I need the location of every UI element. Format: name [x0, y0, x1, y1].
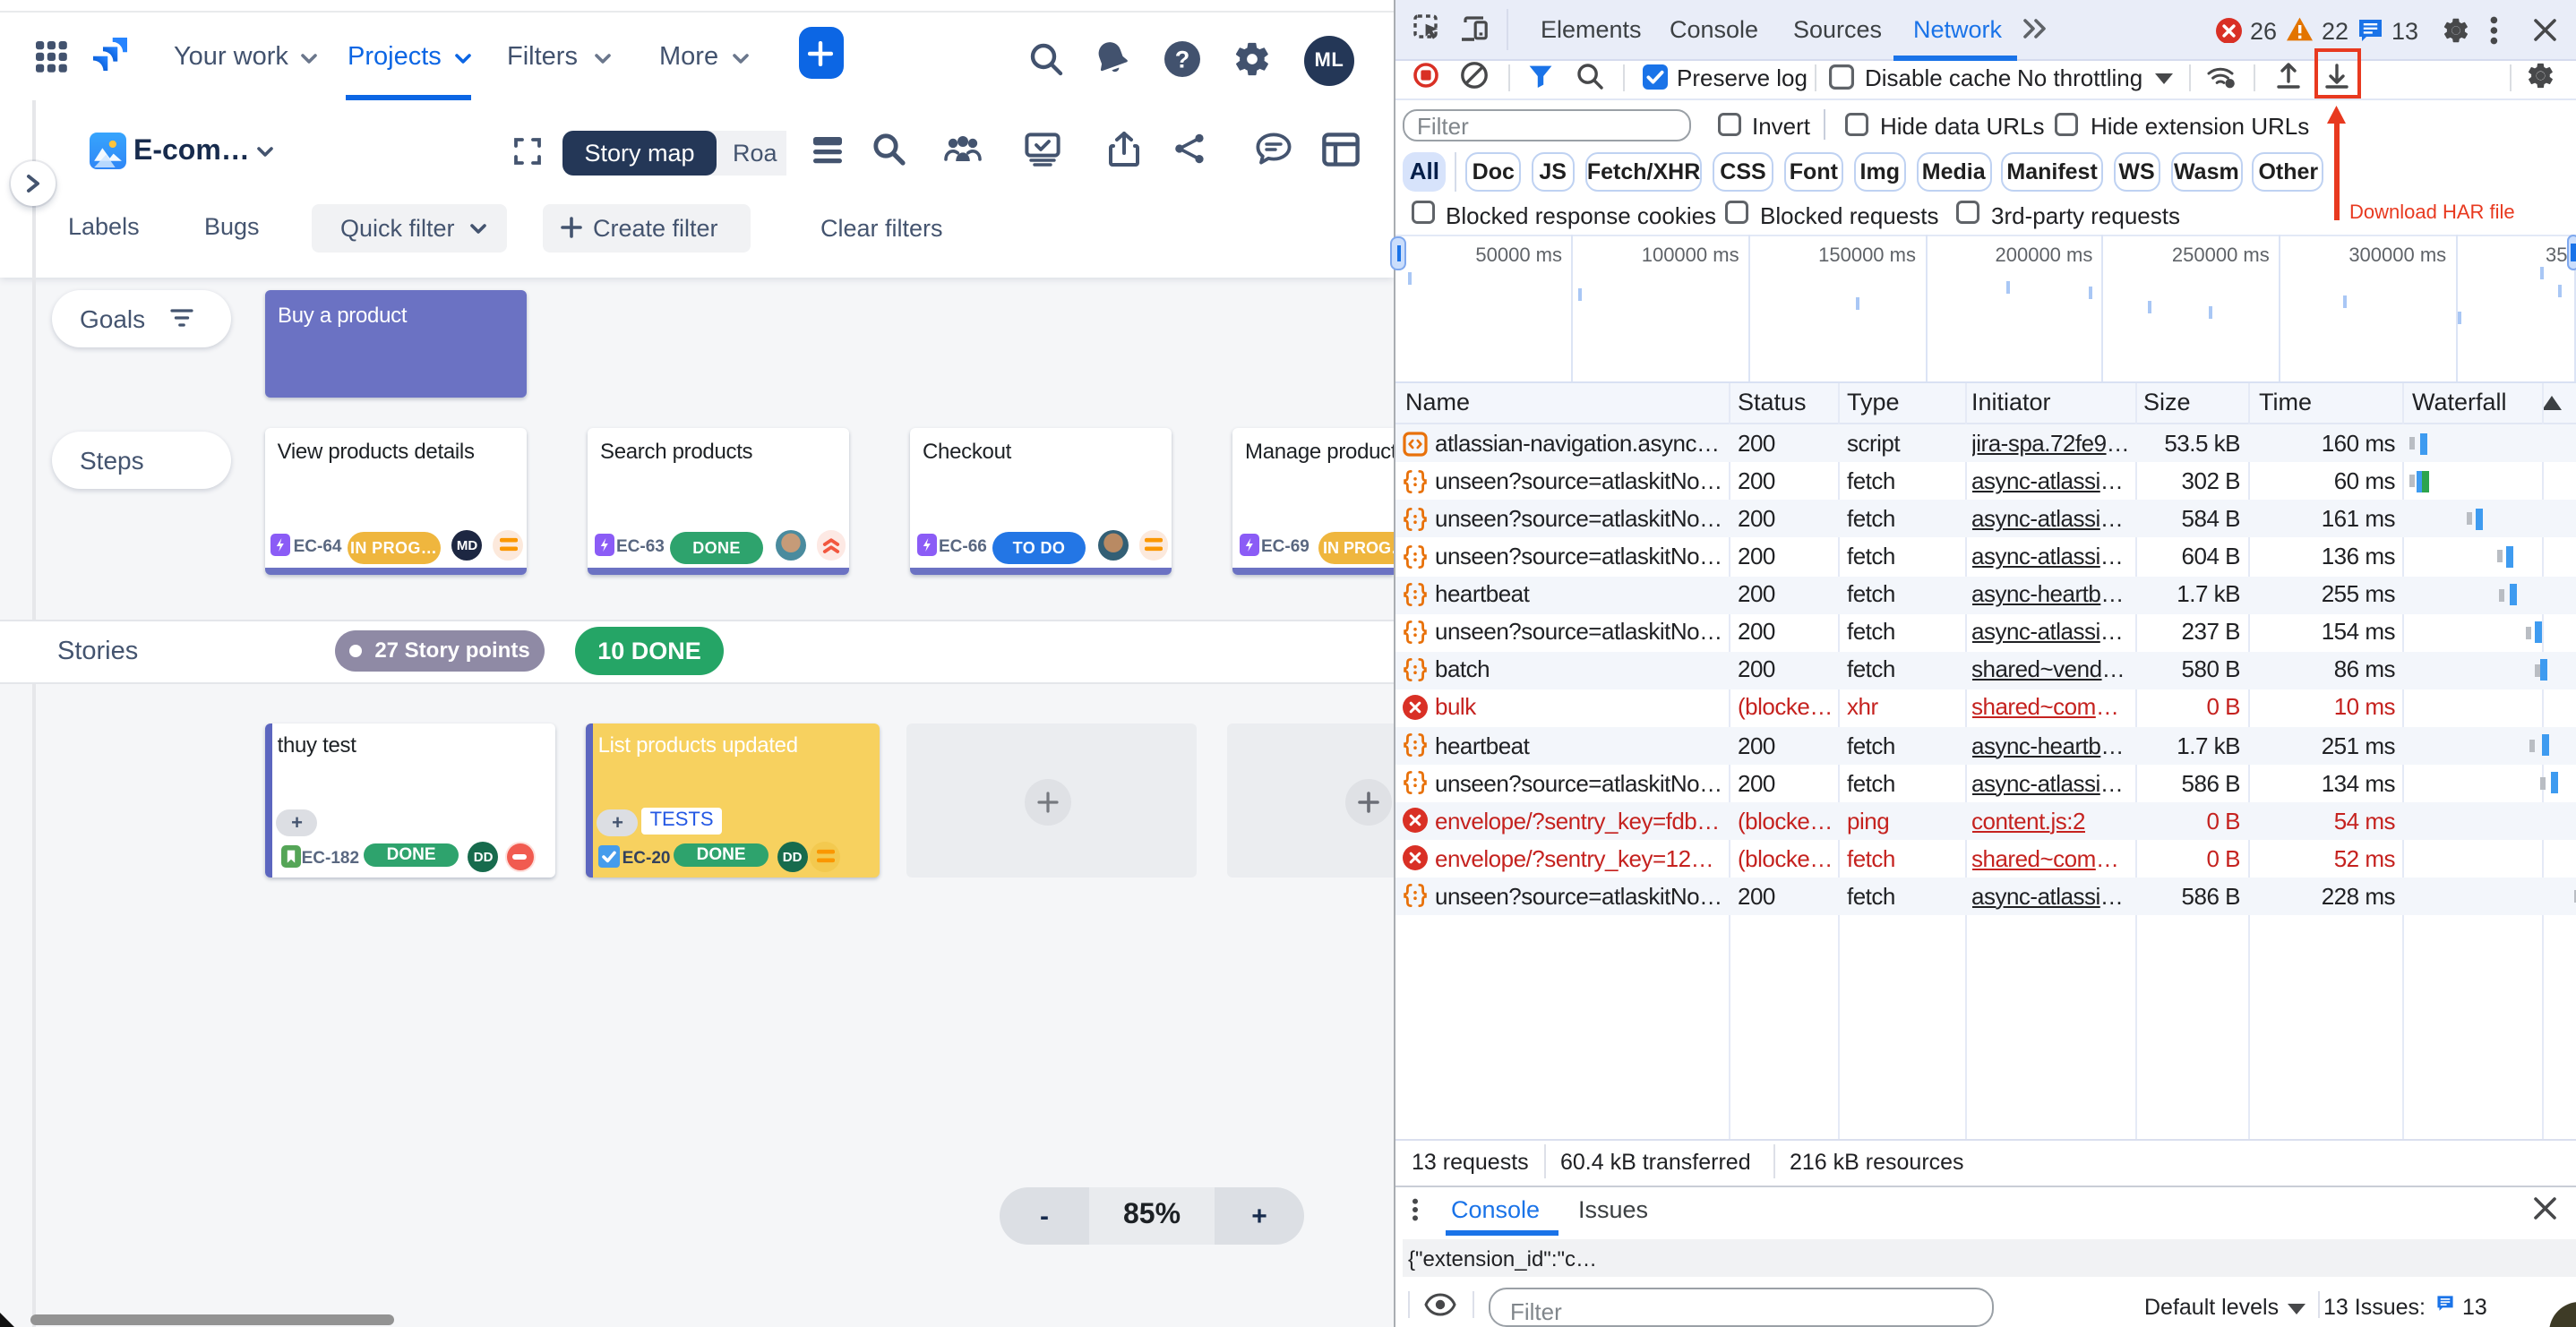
svg-text:?: ?	[1175, 46, 1190, 73]
